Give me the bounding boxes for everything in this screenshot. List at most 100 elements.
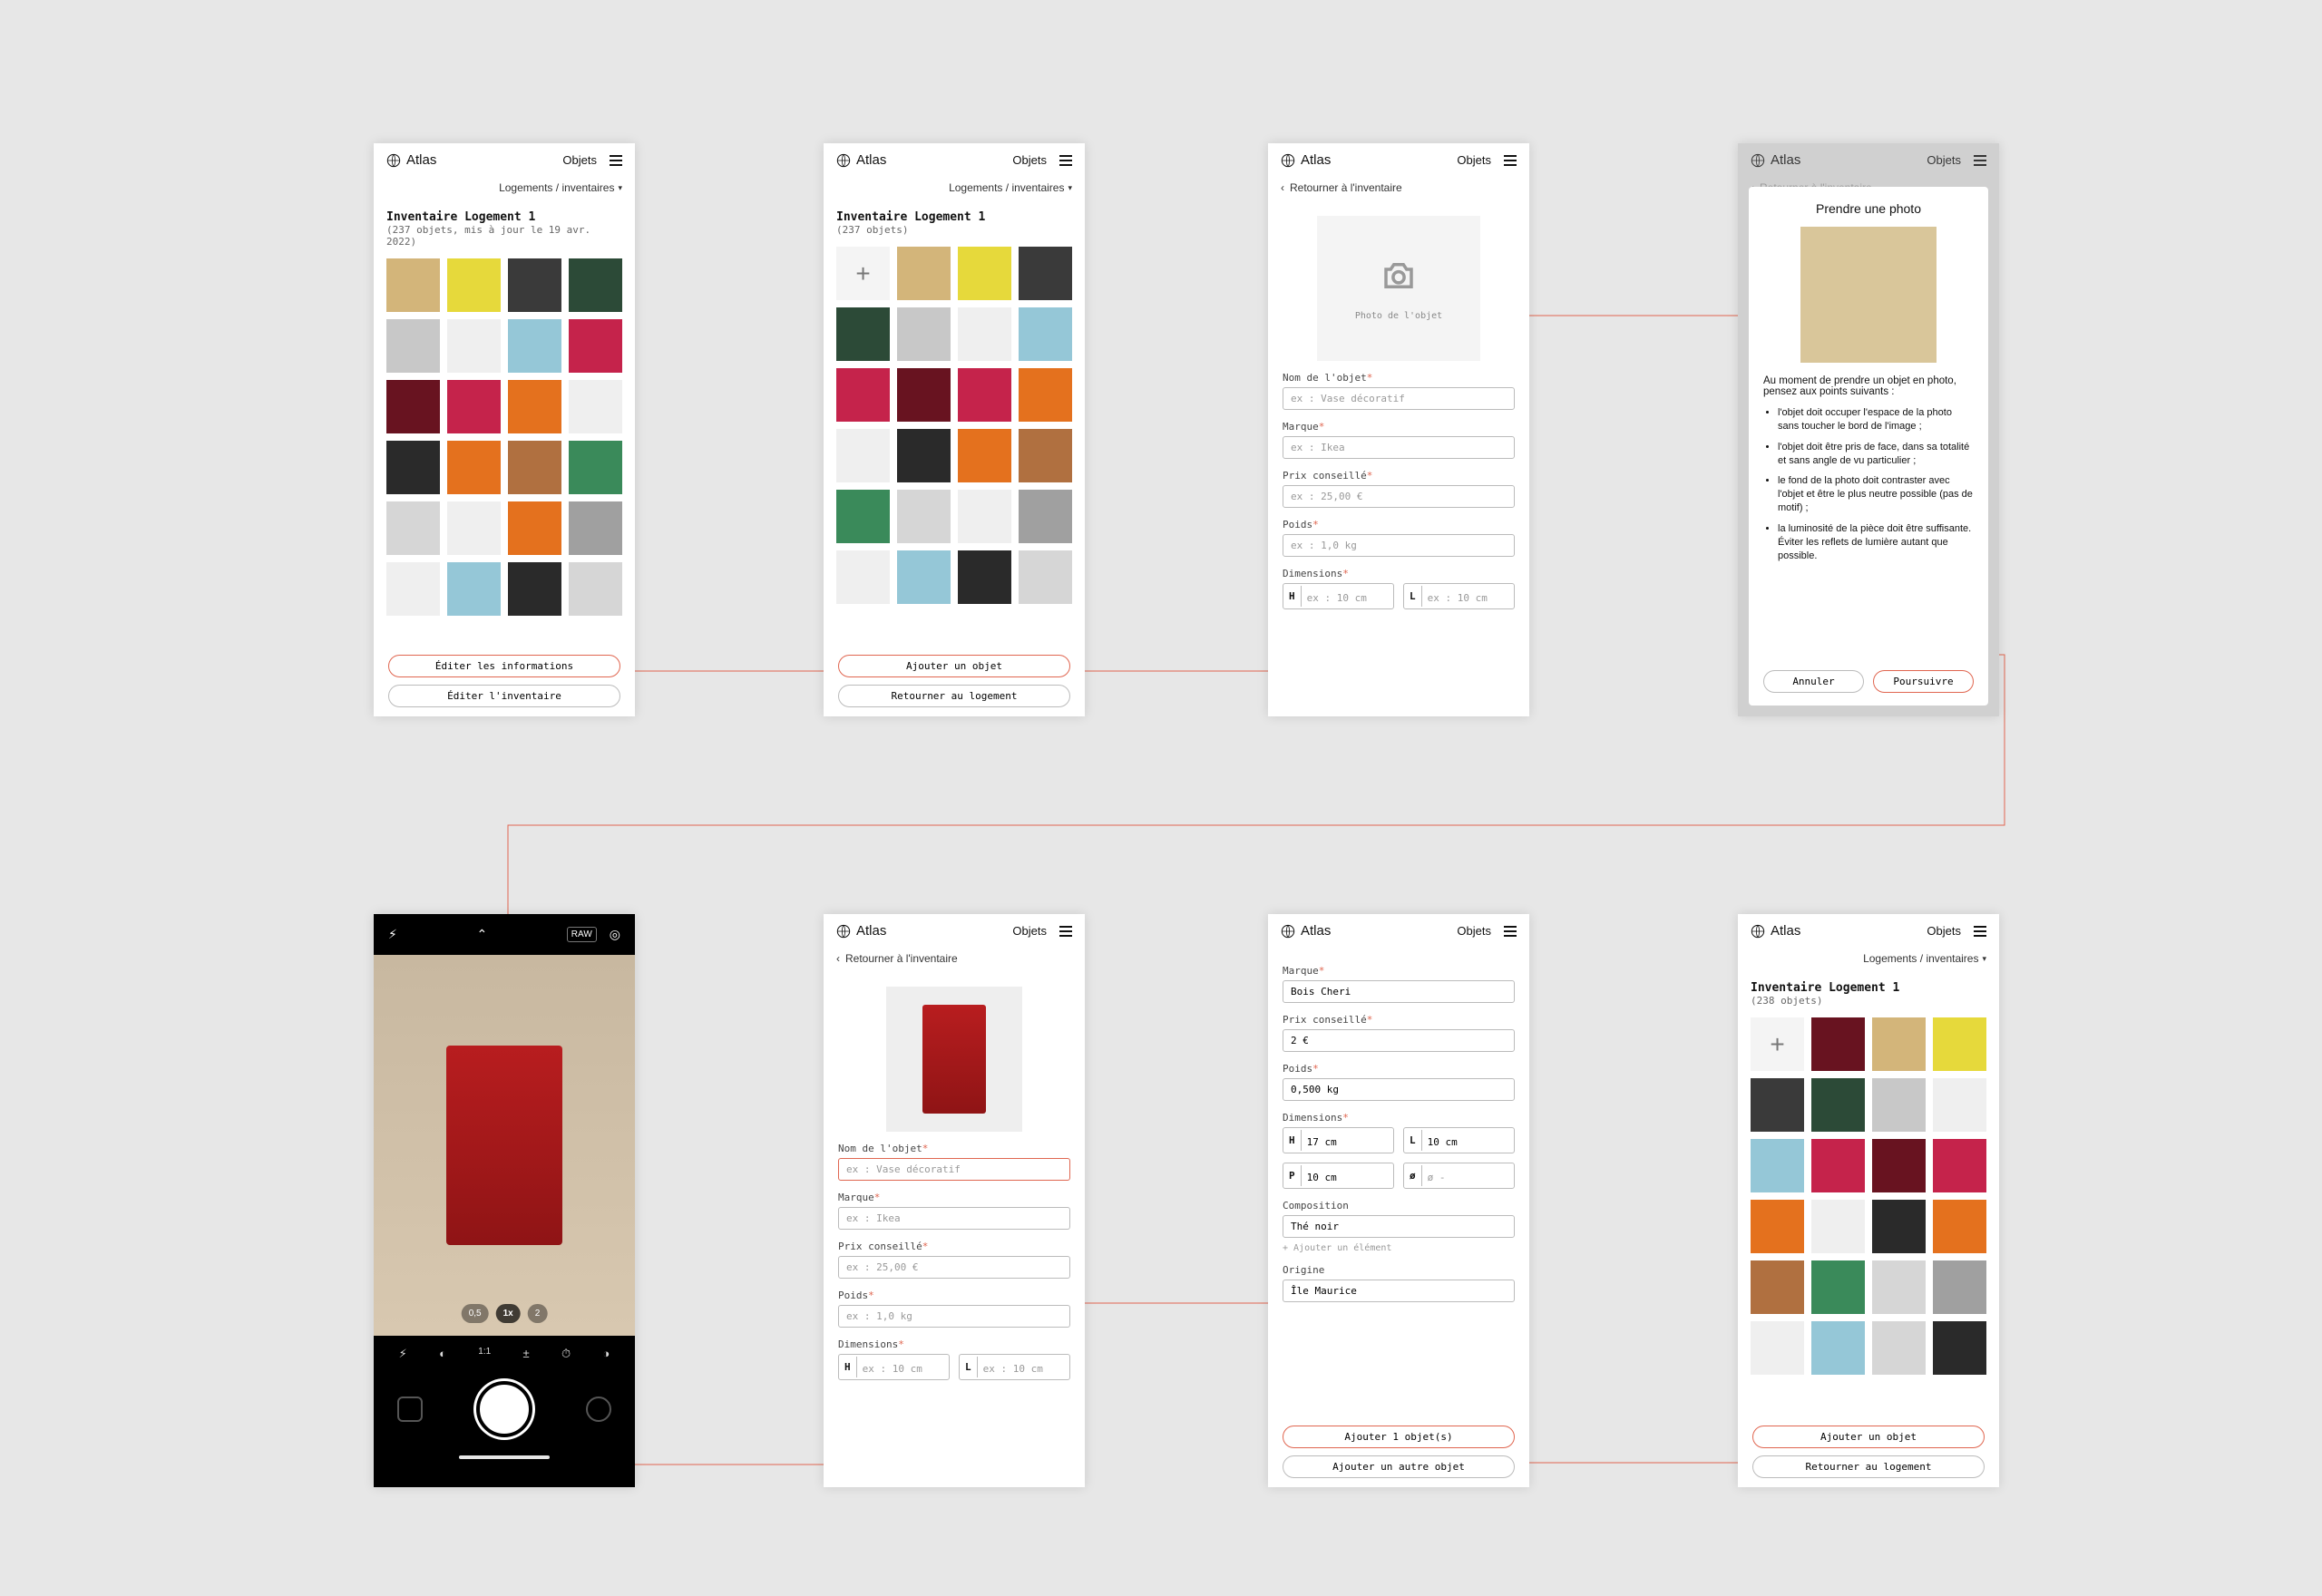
nav-objets[interactable]: Objets (562, 153, 597, 167)
thumb[interactable] (569, 258, 622, 312)
menu-icon[interactable] (1059, 926, 1072, 937)
thumb[interactable] (386, 319, 440, 373)
thumb[interactable] (1751, 1200, 1804, 1253)
live-icon[interactable]: ◎ (610, 927, 620, 942)
thumb[interactable] (1751, 1139, 1804, 1192)
thumb[interactable] (386, 380, 440, 433)
back-link[interactable]: ‹Retourner à l'inventaire (1268, 178, 1529, 201)
thumb[interactable] (1019, 368, 1072, 422)
proceed-button[interactable]: Poursuivre (1873, 670, 1974, 693)
thumb[interactable] (1872, 1078, 1926, 1132)
zoom-2[interactable]: 2 (528, 1304, 548, 1323)
price-input[interactable] (1283, 485, 1515, 508)
thumb[interactable] (569, 319, 622, 373)
thumb[interactable] (1019, 247, 1072, 300)
thumb[interactable] (1811, 1260, 1865, 1314)
brand-input[interactable] (838, 1207, 1070, 1230)
menu-icon[interactable] (1059, 155, 1072, 166)
thumb[interactable] (1872, 1321, 1926, 1375)
return-home-button[interactable]: Retourner au logement (838, 685, 1070, 707)
thumb[interactable] (958, 307, 1011, 361)
thumb[interactable] (1872, 1200, 1926, 1253)
cancel-button[interactable]: Annuler (1763, 670, 1864, 693)
nav-objets[interactable]: Objets (1457, 153, 1491, 167)
dim-diam-input[interactable] (1422, 1167, 1514, 1188)
thumb[interactable] (958, 368, 1011, 422)
edit-inventory-button[interactable]: Éditer l'inventaire (388, 685, 620, 707)
thumb[interactable] (958, 247, 1011, 300)
menu-icon[interactable] (1974, 926, 1986, 937)
thumb[interactable] (897, 247, 951, 300)
thumb[interactable] (958, 550, 1011, 604)
thumb[interactable] (1019, 490, 1072, 543)
origin-input[interactable] (1283, 1280, 1515, 1302)
add-another-object-button[interactable]: Ajouter un autre objet (1283, 1455, 1515, 1478)
thumb[interactable] (447, 501, 501, 555)
thumb[interactable] (1811, 1200, 1865, 1253)
zoom-0-5[interactable]: 0,5 (462, 1304, 489, 1323)
breadcrumb[interactable]: Logements / inventaires▾ (374, 178, 635, 200)
thumb[interactable] (386, 562, 440, 616)
thumb[interactable] (897, 490, 951, 543)
thumb[interactable] (508, 501, 561, 555)
thumb[interactable] (508, 562, 561, 616)
add-element-link[interactable]: + Ajouter un élément (1283, 1243, 1515, 1253)
thumb[interactable] (1933, 1260, 1986, 1314)
shutter-button[interactable] (476, 1381, 532, 1437)
add-thumb-button[interactable]: + (1751, 1017, 1804, 1071)
thumb[interactable] (508, 441, 561, 494)
return-home-button[interactable]: Retourner au logement (1752, 1455, 1985, 1478)
filter-icon[interactable]: ◑ (602, 1347, 610, 1361)
thumb[interactable] (508, 319, 561, 373)
timer-icon[interactable]: ⏱ (561, 1347, 571, 1361)
flip-camera-icon[interactable] (586, 1396, 611, 1422)
thumb[interactable] (897, 307, 951, 361)
chevron-up-icon[interactable]: ⌃ (476, 927, 487, 942)
thumb[interactable] (1751, 1321, 1804, 1375)
aspect-icon[interactable]: 1:1 (478, 1347, 491, 1361)
thumb[interactable] (1872, 1139, 1926, 1192)
photo-placeholder[interactable]: Photo de l'objet (1317, 216, 1480, 361)
thumb[interactable] (836, 307, 890, 361)
weight-input[interactable] (1283, 534, 1515, 557)
breadcrumb[interactable]: Logements / inventaires▾ (1738, 949, 1999, 970)
name-input[interactable] (838, 1158, 1070, 1181)
brand-input[interactable] (1283, 980, 1515, 1003)
menu-icon[interactable] (1504, 926, 1517, 937)
dim-p-input[interactable] (1302, 1167, 1393, 1188)
price-input[interactable] (838, 1256, 1070, 1279)
thumb[interactable] (1811, 1321, 1865, 1375)
thumb[interactable] (836, 368, 890, 422)
dim-h-input[interactable] (1302, 588, 1393, 608)
thumb[interactable] (1933, 1321, 1986, 1375)
thumb[interactable] (897, 368, 951, 422)
thumb[interactable] (958, 429, 1011, 482)
thumb[interactable] (447, 319, 501, 373)
thumb[interactable] (836, 490, 890, 543)
nav-objets[interactable]: Objets (1012, 924, 1047, 938)
thumb[interactable] (1811, 1017, 1865, 1071)
weight-input[interactable] (1283, 1078, 1515, 1101)
menu-icon[interactable] (1504, 155, 1517, 166)
menu-icon[interactable] (610, 155, 622, 166)
thumb[interactable] (447, 441, 501, 494)
zoom-1x[interactable]: 1x (496, 1304, 521, 1323)
breadcrumb[interactable]: Logements / inventaires▾ (824, 178, 1085, 200)
thumb[interactable] (508, 258, 561, 312)
dim-l-input[interactable] (1422, 588, 1514, 608)
dim-l-input[interactable] (1422, 1132, 1514, 1153)
thumb[interactable] (447, 380, 501, 433)
add-object-button[interactable]: Ajouter un objet (1752, 1426, 1985, 1448)
thumb[interactable] (958, 490, 1011, 543)
thumb[interactable] (386, 501, 440, 555)
thumb[interactable] (386, 441, 440, 494)
edit-info-button[interactable]: Éditer les informations (388, 655, 620, 677)
nav-objets[interactable]: Objets (1457, 924, 1491, 938)
dim-h-input[interactable] (857, 1358, 949, 1379)
exposure-icon[interactable]: ± (523, 1347, 530, 1361)
back-link[interactable]: ‹Retourner à l'inventaire (824, 949, 1085, 972)
flash-toggle-icon[interactable]: ⚡︎ (399, 1347, 407, 1361)
dim-h-input[interactable] (1302, 1132, 1393, 1153)
thumb[interactable] (1933, 1017, 1986, 1071)
thumb[interactable] (1019, 429, 1072, 482)
